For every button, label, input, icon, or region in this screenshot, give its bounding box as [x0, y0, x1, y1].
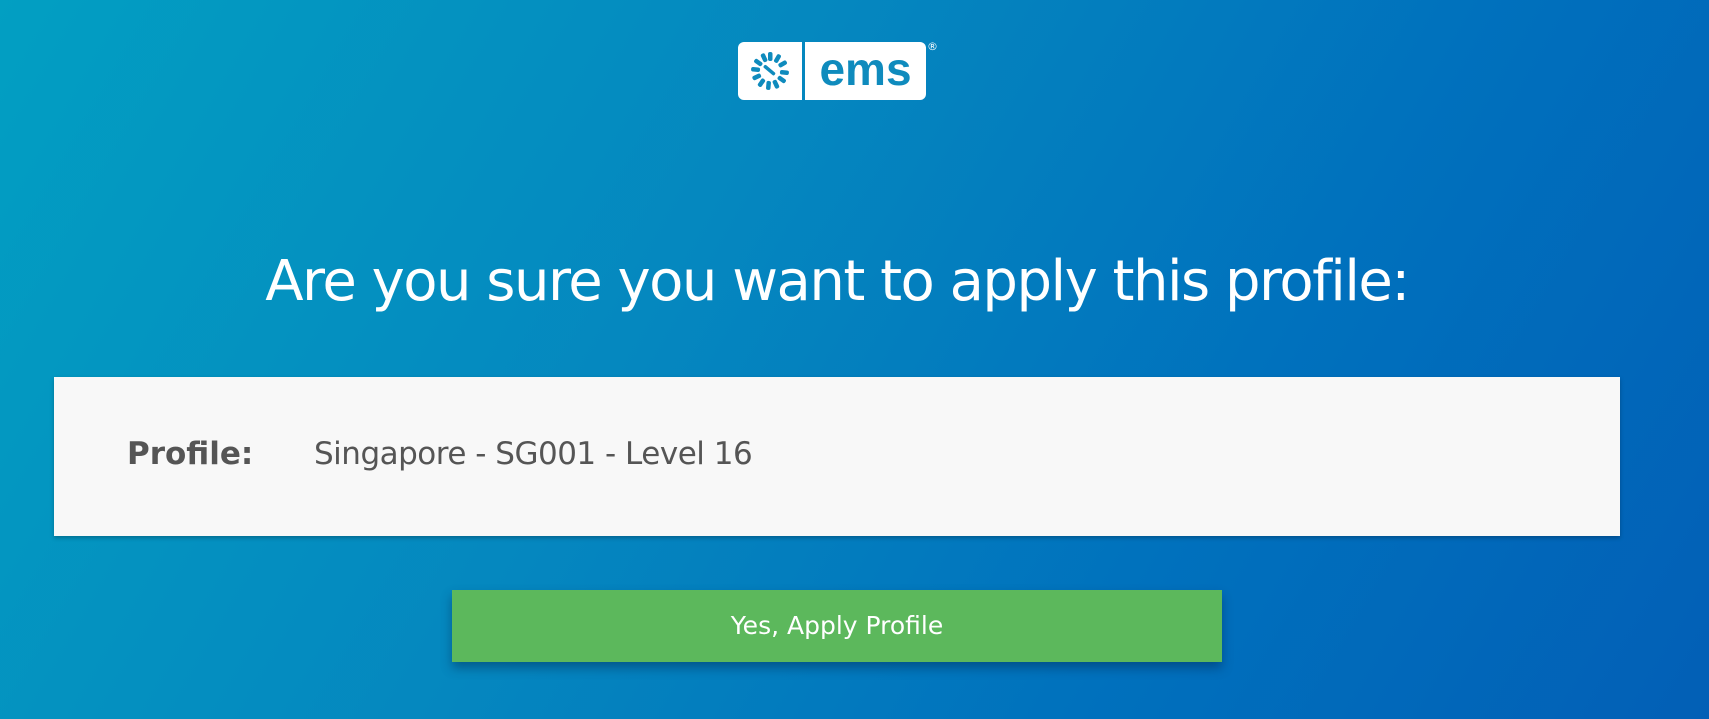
- logo-wordmark: ems: [805, 42, 926, 100]
- profile-value: Singapore - SG001 - Level 16: [314, 436, 753, 472]
- sunburst-logo-icon: [738, 42, 802, 100]
- confirm-heading: Are you sure you want to apply this prof…: [265, 249, 1410, 314]
- profile-label: Profile:: [127, 436, 254, 472]
- registered-mark: ®: [927, 40, 938, 53]
- ems-logo: ems ®: [738, 40, 938, 100]
- profile-card: Profile: Singapore - SG001 - Level 16: [54, 377, 1620, 536]
- apply-profile-button[interactable]: Yes, Apply Profile: [452, 590, 1222, 662]
